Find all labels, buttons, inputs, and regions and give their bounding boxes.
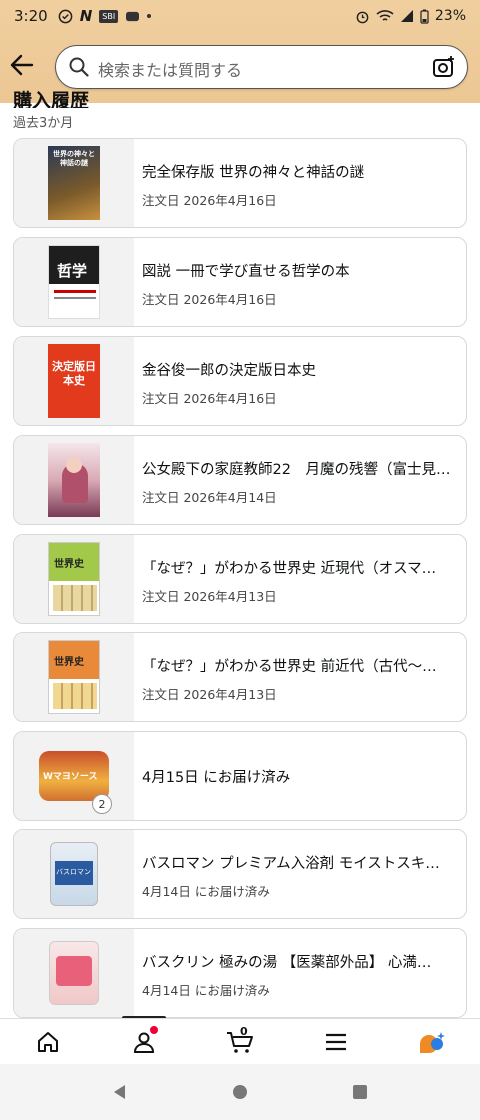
- item-title: 4月15日 にお届け済み: [142, 770, 291, 786]
- cover-text: 哲学: [57, 262, 88, 280]
- product-image: Wマヨソース 2: [14, 732, 134, 820]
- product-image: バスロマン: [14, 830, 134, 918]
- item-title: バスクリン 極みの湯 【医薬部外品】 心満…: [142, 955, 432, 971]
- item-date: 注文日 2026年4月16日: [142, 391, 277, 406]
- cover-text: 決定版日本史: [52, 360, 96, 387]
- nav-cart[interactable]: 0: [210, 1022, 270, 1062]
- cart-count: 0: [240, 1024, 248, 1038]
- item-date: 4月14日 にお届け済み: [142, 884, 270, 899]
- item-date: 4月14日 にお届け済み: [142, 983, 270, 998]
- order-item[interactable]: 決定版日本史 金谷俊一郎の決定版日本史 注文日 2026年4月16日: [13, 336, 467, 426]
- product-image: 哲学: [14, 238, 134, 326]
- order-item[interactable]: 公女殿下の家庭教師22 月魔の残響（富士見… 注文日 2026年4月14日: [13, 435, 467, 525]
- search-bar[interactable]: 検索または質問する: [55, 45, 468, 89]
- system-home-icon[interactable]: [232, 1084, 248, 1100]
- cover-text: 世界史: [54, 657, 84, 668]
- order-item[interactable]: バスロマン バスロマン プレミアム入浴剤 モイストスキ… 4月14日 にお届け済…: [13, 829, 467, 919]
- item-title: バスロマン プレミアム入浴剤 モイストスキ…: [142, 856, 440, 872]
- order-item[interactable]: 哲学 図説 一冊で学び直せる哲学の本 注文日 2026年4月16日: [13, 237, 467, 327]
- system-recents-icon[interactable]: [352, 1084, 368, 1100]
- notification-dot: [150, 1025, 158, 1034]
- item-date: 注文日 2026年4月13日: [142, 589, 277, 604]
- product-image: 決定版日本史: [14, 337, 134, 425]
- item-date: 注文日 2026年4月13日: [142, 687, 277, 702]
- alarm-icon: [356, 11, 369, 23]
- battery-percent: 23%: [434, 8, 466, 24]
- item-title: 完全保存版 世界の神々と神話の謎: [142, 165, 365, 181]
- order-item[interactable]: 世界史 「なぜ？」がわかる世界史 近現代（オスマ… 注文日 2026年4月13日: [13, 534, 467, 624]
- product-image: [14, 436, 134, 524]
- status-time: 3:20: [14, 7, 48, 25]
- signal-icon: [400, 10, 413, 22]
- item-title: 「なぜ？」がわかる世界史 近現代（オスマ…: [142, 561, 437, 577]
- more-dot-icon: [147, 14, 152, 18]
- item-title: 公女殿下の家庭教師22 月魔の残響（富士見…: [142, 462, 451, 478]
- order-item[interactable]: 世界史 「なぜ？」がわかる世界史 前近代（古代〜… 注文日 2026年4月13日: [13, 632, 467, 722]
- notification-icons: N SBI: [58, 7, 152, 25]
- quantity-badge: 2: [92, 794, 112, 814]
- back-button[interactable]: [8, 50, 36, 80]
- n-app-icon: N: [79, 7, 93, 25]
- bottom-nav: 0: [0, 1018, 480, 1064]
- nav-home[interactable]: [18, 1022, 78, 1062]
- product-image: 世界史: [14, 633, 134, 721]
- menu-icon: [326, 1033, 346, 1050]
- system-nav-bar: [0, 1064, 480, 1120]
- app-notification-icon: [126, 11, 140, 21]
- sbi-app-icon: SBI: [99, 9, 119, 23]
- nav-rufus[interactable]: [402, 1022, 462, 1062]
- section-subtitle: 過去3か月: [13, 116, 74, 131]
- item-date: 注文日 2026年4月16日: [142, 292, 277, 307]
- product-image: [14, 929, 134, 1017]
- product-image: 世界史: [14, 535, 134, 623]
- status-right: 23%: [355, 8, 466, 24]
- arrow-left-icon: [10, 54, 34, 76]
- cover-text: 世界の神々と神話の謎: [53, 150, 95, 167]
- battery-icon: [420, 9, 429, 24]
- order-item[interactable]: バスクリン 極みの湯 【医薬部外品】 心満… 4月14日 にお届け済み: [13, 928, 467, 1018]
- cover-text: 世界史: [54, 559, 84, 570]
- search-placeholder: 検索または質問する: [98, 61, 243, 80]
- item-date: 注文日 2026年4月16日: [142, 193, 277, 208]
- cover-text: バスロマン: [56, 868, 91, 876]
- order-item[interactable]: Wマヨソース 2 4月15日 にお届け済み: [13, 731, 467, 821]
- item-title: 金谷俊一郎の決定版日本史: [142, 363, 316, 379]
- system-back-icon[interactable]: [112, 1084, 128, 1100]
- product-image: 世界の神々と神話の謎: [14, 139, 134, 227]
- wifi-icon: [376, 10, 394, 21]
- order-item[interactable]: 世界の神々と神話の謎 完全保存版 世界の神々と神話の謎 注文日 2026年4月1…: [13, 138, 467, 228]
- camera-search-icon[interactable]: [432, 55, 456, 79]
- item-date: 注文日 2026年4月14日: [142, 490, 277, 505]
- check-circle-icon: [58, 9, 73, 23]
- section-title: 購入履歴: [13, 90, 90, 108]
- item-title: 図説 一冊で学び直せる哲学の本: [142, 264, 350, 280]
- nav-account[interactable]: [114, 1022, 174, 1062]
- status-bar: 3:20 N SBI 23%: [0, 0, 480, 32]
- nav-menu[interactable]: [306, 1022, 366, 1062]
- item-title: 「なぜ？」がわかる世界史 前近代（古代〜…: [142, 659, 437, 675]
- cover-text: Wマヨソース: [43, 772, 98, 782]
- home-icon: [38, 1031, 58, 1052]
- rufus-assistant-icon: [420, 1031, 445, 1053]
- search-icon: [69, 57, 89, 77]
